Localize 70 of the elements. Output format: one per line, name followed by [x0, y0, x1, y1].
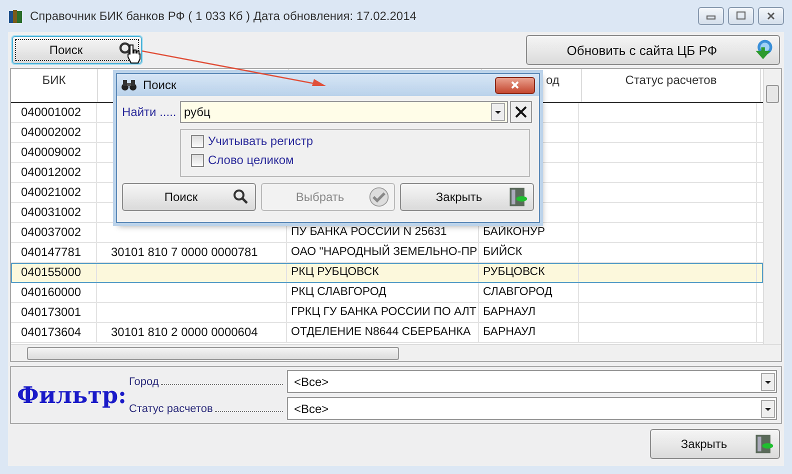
maximize-icon	[736, 11, 746, 21]
table-cell: РКЦ СЛАВГОРОД	[291, 286, 386, 298]
dropdown-field[interactable]: <Все>	[287, 397, 777, 420]
table-row[interactable]: 040173604 30101 810 2 0000 0000604 ОТДЕЛЕНИЕ N8644 СБЕРБАНКА БАРНАУЛ	[11, 323, 763, 343]
close-button[interactable]: Закрыть	[650, 429, 780, 459]
table-cell: 040031002	[21, 205, 82, 219]
checkbox-label: Слово целиком	[208, 153, 294, 167]
books-icon	[8, 8, 24, 24]
table-cell: СЛАВГОРОД	[483, 286, 552, 298]
table-cell: 040037002	[21, 225, 82, 239]
table-cell: 040160000	[21, 285, 82, 299]
checkbox-label: Учитывать регистр	[208, 134, 314, 148]
close-icon	[766, 11, 776, 21]
table-cell: РУБЦОВСК	[483, 266, 545, 278]
update-button[interactable]: Обновить с сайта ЦБ РФ	[526, 35, 780, 65]
close-button[interactable]	[495, 76, 535, 94]
clear-icon	[514, 105, 528, 119]
table-cell: ПУ БАНКА РОССИИ N 25631	[291, 226, 447, 238]
table-cell: 040001002	[21, 105, 82, 119]
search-button[interactable]: Поиск	[122, 183, 256, 211]
table-cell: БАЙКОНУР	[483, 226, 546, 238]
minimize-button[interactable]	[698, 7, 724, 25]
search-icon	[233, 189, 249, 205]
table-row[interactable]: 040173001 ГРКЦ ГУ БАНКА РОССИИ ПО АЛТ БАРНАУЛ	[11, 303, 763, 323]
table-cell: ОТДЕЛЕНИЕ N8644 СБЕРБАНКА	[291, 326, 471, 338]
table-cell: 040002002	[21, 125, 82, 139]
table-row[interactable]: 040160000 РКЦ СЛАВГОРОД СЛАВГОРОД	[11, 283, 763, 303]
column-header[interactable]: од	[546, 73, 560, 87]
column-header[interactable]: БИК	[42, 73, 66, 87]
table-cell: 30101 810 2 0000 0000604	[111, 325, 258, 339]
clear-button[interactable]	[510, 101, 532, 123]
door-exit-icon	[753, 433, 775, 455]
close-button[interactable]: Закрыть	[400, 183, 534, 211]
find-label: Найти .....	[122, 105, 178, 119]
maximize-button[interactable]	[728, 7, 754, 25]
table-row[interactable]: 040155000 РКЦ РУБЦОВСК РУБЦОВСК	[11, 263, 763, 283]
close-button[interactable]	[758, 7, 784, 25]
table-cell: РКЦ РУБЦОВСК	[291, 266, 379, 278]
column-header[interactable]: Статус расчетов	[625, 73, 717, 87]
globe-download-icon	[753, 39, 775, 61]
table-cell: 040147781	[21, 245, 82, 259]
close-icon	[510, 80, 520, 90]
table-cell: 040155000	[21, 265, 82, 279]
checkbox[interactable]	[191, 134, 204, 148]
window-title: Справочник БИК банков РФ ( 1 033 Кб ) Дата обновления: 17.02.2014	[30, 9, 416, 23]
vertical-scrollbar[interactable]	[763, 69, 781, 344]
find-field[interactable]: рубц	[180, 101, 508, 123]
field-label: Статус расчетов	[129, 402, 213, 414]
binoculars-icon	[121, 79, 137, 91]
table-cell: 040173604	[21, 325, 82, 339]
field-label: Город	[129, 376, 159, 388]
filter-title: Фильтр:	[16, 382, 128, 408]
table-cell: ГРКЦ ГУ БАНКА РОССИИ ПО АЛТ	[291, 306, 476, 318]
table-cell: 040012002	[21, 165, 82, 179]
checkbox[interactable]	[191, 154, 204, 166]
horizontal-scrollbar[interactable]	[11, 344, 781, 361]
table-cell: БАРНАУЛ	[483, 326, 536, 338]
dialog-title: Поиск	[143, 78, 176, 92]
checkmark-icon	[368, 186, 390, 208]
table-cell: 040009002	[21, 145, 82, 159]
table-cell: 30101 810 7 0000 0000781	[111, 245, 258, 259]
door-exit-icon	[507, 186, 529, 208]
dropdown-field[interactable]: <Все>	[287, 370, 777, 393]
search-button[interactable]: Поиск	[12, 36, 142, 64]
table-cell: 040173001	[21, 305, 82, 319]
table-cell: БАРНАУЛ	[483, 306, 536, 318]
table-cell: БИЙСК	[483, 246, 522, 258]
table-cell: 040021002	[21, 185, 82, 199]
hand-cursor-icon	[127, 44, 141, 64]
table-cell: ОАО "НАРОДНЫЙ ЗЕМЕЛЬНО-ПР	[291, 246, 478, 258]
